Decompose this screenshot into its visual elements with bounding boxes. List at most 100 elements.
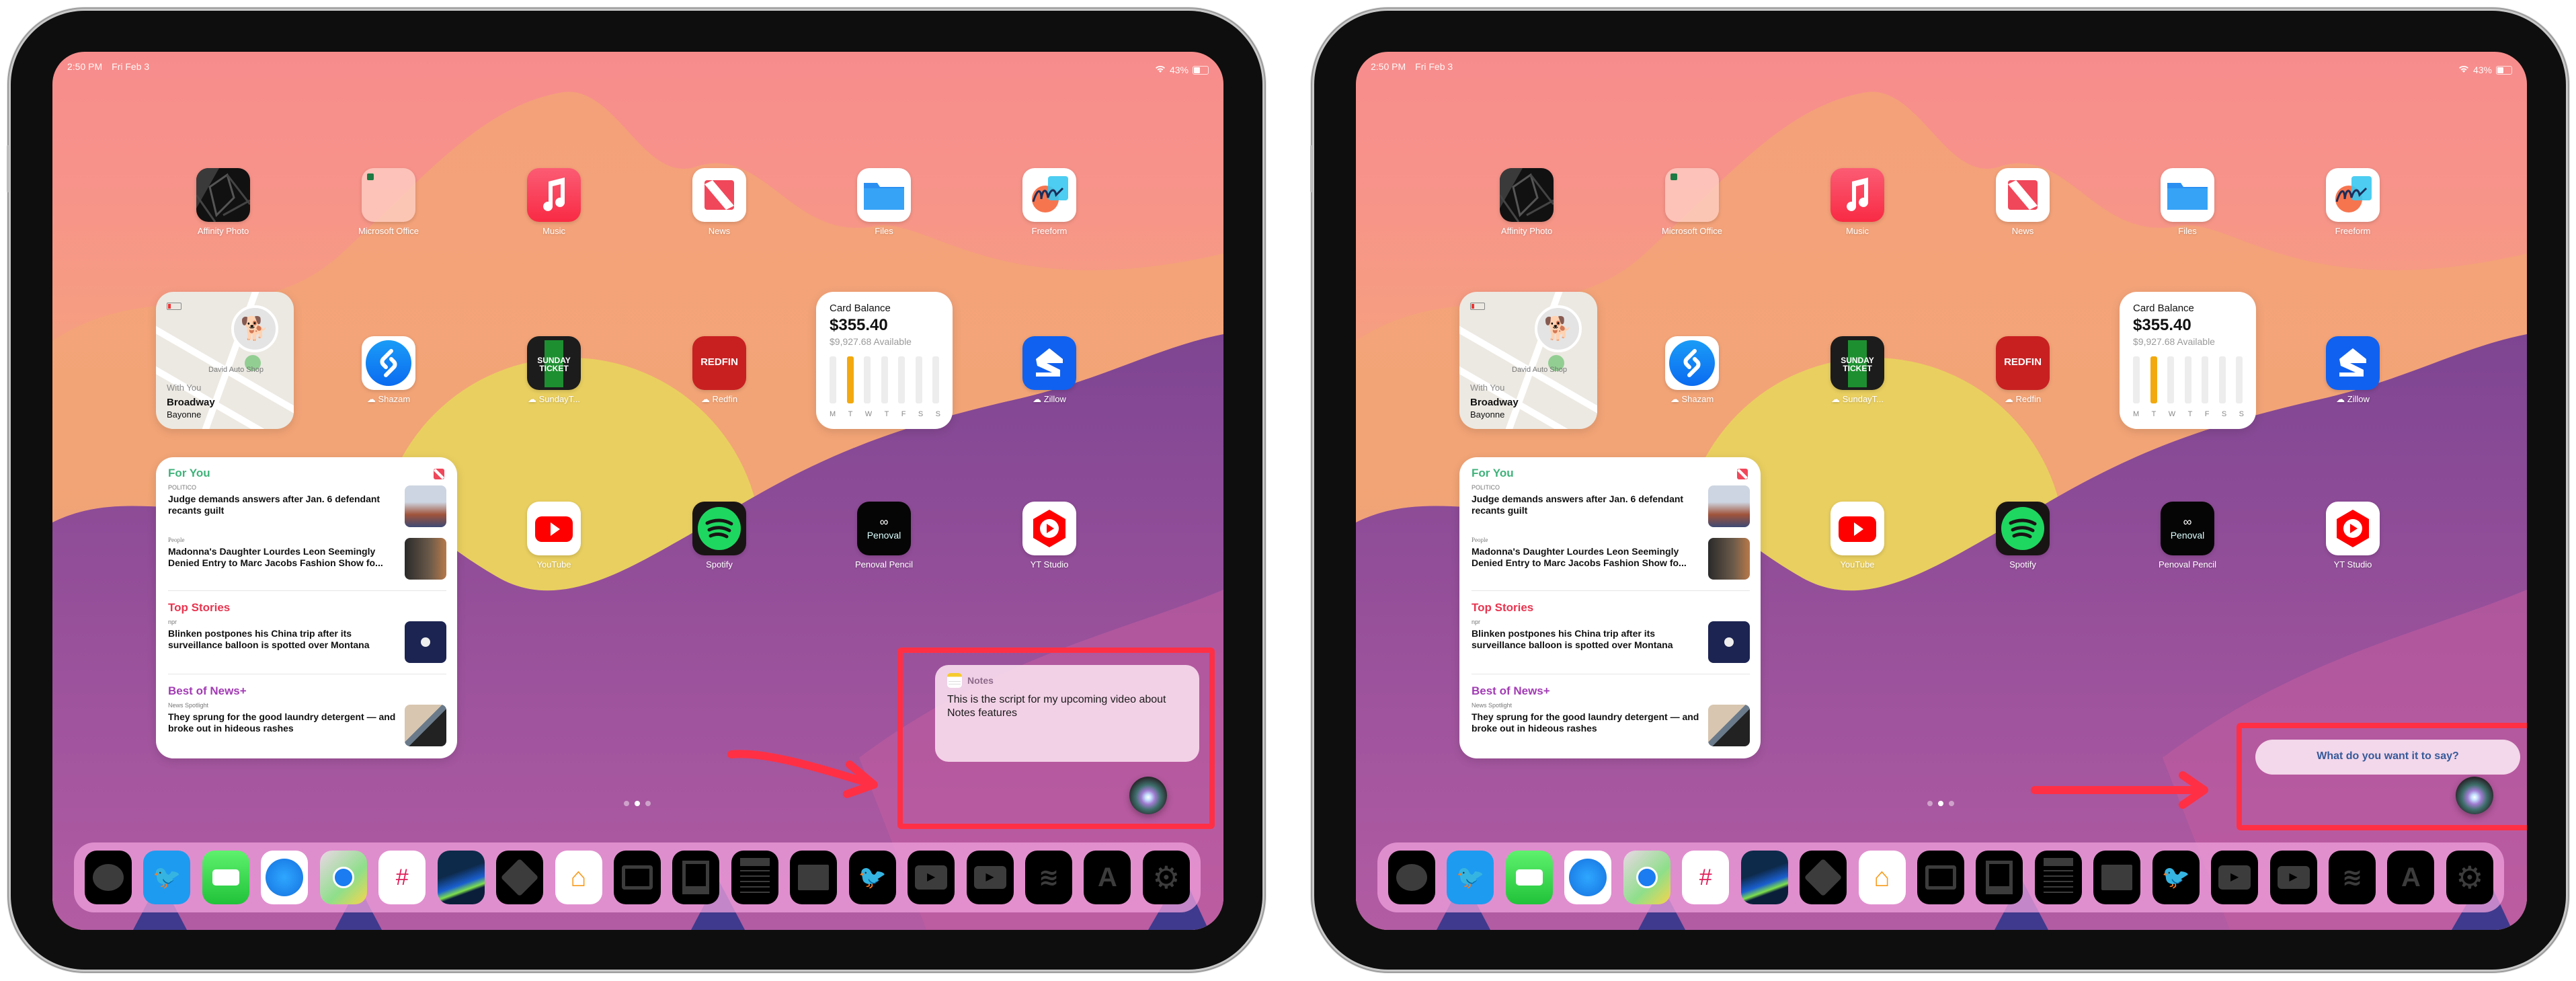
app-music[interactable]: Music	[517, 168, 591, 236]
page-dot-current[interactable]	[1938, 801, 1943, 806]
siri-notes-confirmation[interactable]: Notes This is the script for my upcoming…	[935, 665, 1199, 762]
page-dot[interactable]	[1927, 801, 1933, 806]
dock-home[interactable]: ⌂	[555, 851, 602, 904]
page-dot[interactable]	[645, 801, 651, 806]
dock-facetime[interactable]	[202, 851, 249, 904]
news-source: People	[1472, 537, 1488, 543]
news-headline[interactable]: Blinken postpones his China trip after i…	[168, 628, 397, 651]
dock-safari[interactable]	[1564, 851, 1612, 904]
dock-maps[interactable]	[1623, 851, 1671, 904]
siri-orb-icon[interactable]	[1129, 777, 1167, 814]
dock-slack[interactable]: #	[1682, 851, 1730, 904]
app-penoval[interactable]: ∞ Penoval Penoval Pencil	[847, 502, 921, 570]
dock-camera[interactable]	[1917, 851, 1964, 904]
dock-safari[interactable]	[261, 851, 309, 904]
dock-home[interactable]: ⌂	[1858, 851, 1906, 904]
dock-youtube-dark[interactable]: ▶	[966, 851, 1014, 904]
app-microsoft-office-folder[interactable]: Microsoft Office	[352, 168, 426, 236]
app-music[interactable]: Music	[1820, 168, 1894, 236]
app-label: Microsoft Office	[1661, 226, 1723, 236]
dock-youtube-dark[interactable]: ▶	[2269, 851, 2317, 904]
app-spotify[interactable]: Spotify	[1986, 502, 2060, 570]
app-microsoft-office-folder[interactable]: Microsoft Office	[1655, 168, 1729, 236]
dock-folder[interactable]	[2093, 851, 2141, 904]
findmy-widget[interactable]: 🐕 David Auto Shop With You Broadway Bayo…	[156, 292, 294, 429]
news-headline[interactable]: Judge demands answers after Jan. 6 defen…	[168, 494, 390, 516]
page-dot[interactable]	[624, 801, 629, 806]
card-balance-widget[interactable]: Card Balance $355.40 $9,927.68 Available…	[816, 292, 953, 429]
page-dot-current[interactable]	[635, 801, 640, 806]
news-headline[interactable]: Judge demands answers after Jan. 6 defen…	[1472, 494, 1693, 516]
dock-settings[interactable]: ⚙	[2446, 851, 2493, 904]
dock-spotify-dark[interactable]: ≋	[1025, 851, 1072, 904]
dock-settings[interactable]: ⚙	[1142, 851, 1190, 904]
notes-app-icon	[947, 673, 962, 688]
app-redfin[interactable]: REDFIN ☁ Redfin	[682, 336, 756, 405]
dock-mail[interactable]	[1800, 851, 1847, 904]
app-news[interactable]: News	[1986, 168, 2060, 236]
dock-twitter[interactable]: 🐦	[143, 851, 191, 904]
dock-notes-list[interactable]	[731, 851, 778, 904]
dock-linear-app[interactable]	[1740, 851, 1788, 904]
news-headline[interactable]: Blinken postpones his China trip after i…	[1472, 628, 1700, 651]
dock-messages[interactable]	[1388, 851, 1435, 904]
dock-slack[interactable]: #	[378, 851, 426, 904]
dock-linear-app[interactable]	[437, 851, 485, 904]
app-news[interactable]: News	[682, 168, 756, 236]
app-shazam[interactable]: ☁ Shazam	[1655, 336, 1729, 405]
app-penoval[interactable]: ∞ Penoval Penoval Pencil	[2150, 502, 2224, 570]
page-indicator[interactable]	[1927, 801, 1954, 806]
dock-app-store[interactable]: A	[1084, 851, 1131, 904]
page-indicator[interactable]	[624, 801, 651, 806]
page-dot[interactable]	[1949, 801, 1954, 806]
news-headline[interactable]: They sprung for the good laundry deterge…	[168, 711, 397, 734]
app-label: ☁ Redfin	[700, 394, 738, 404]
news-widget[interactable]: For You POLITICO Judge demands answers a…	[1459, 457, 1761, 758]
dock-twitter-dark[interactable]: 🐦	[2152, 851, 2200, 904]
news-section-title: For You	[168, 467, 210, 479]
dock-folder[interactable]	[790, 851, 838, 904]
news-headline[interactable]: Madonna's Daughter Lourdes Leon Seemingl…	[168, 546, 397, 569]
app-files[interactable]: Files	[847, 168, 921, 236]
dock: 🐦 # ⌂ 🐦 ▶ ▶ ≋ A ⚙	[1377, 842, 2504, 912]
news-headline[interactable]: They sprung for the good laundry deterge…	[1472, 711, 1700, 734]
dock-maps[interactable]	[319, 851, 367, 904]
home-icon: ⌂	[570, 862, 587, 892]
app-spotify[interactable]: Spotify	[682, 502, 756, 570]
dock-photo-frame[interactable]	[672, 851, 720, 904]
app-yt-studio[interactable]: YT Studio	[1012, 502, 1086, 570]
app-youtube[interactable]: YouTube	[517, 502, 591, 570]
app-freeform[interactable]: Freeform	[1012, 168, 1086, 236]
icloud-download-icon: ☁	[2336, 394, 2347, 404]
dock-twitter[interactable]: 🐦	[1447, 851, 1494, 904]
dock-tv[interactable]: ▶	[908, 851, 955, 904]
dock-mail[interactable]	[496, 851, 544, 904]
siri-orb-icon[interactable]	[2456, 777, 2493, 814]
app-redfin[interactable]: REDFIN ☁ Redfin	[1986, 336, 2060, 405]
dock-messages[interactable]	[85, 851, 132, 904]
app-zillow[interactable]: ☁ Zillow	[1012, 336, 1086, 405]
news-widget[interactable]: For You POLITICO Judge demands answers a…	[156, 457, 457, 758]
app-files[interactable]: Files	[2150, 168, 2224, 236]
dock-facetime[interactable]	[1505, 851, 1553, 904]
dock-spotify-dark[interactable]: ≋	[2329, 851, 2376, 904]
dock-tv[interactable]: ▶	[2211, 851, 2259, 904]
app-zillow[interactable]: ☁ Zillow	[2316, 336, 2390, 405]
dock-twitter-dark[interactable]: 🐦	[848, 851, 896, 904]
app-affinity-photo[interactable]: Affinity Photo	[186, 168, 260, 236]
app-yt-studio[interactable]: YT Studio	[2316, 502, 2390, 570]
news-headline[interactable]: Madonna's Daughter Lourdes Leon Seemingl…	[1472, 546, 1700, 569]
app-sunday-ticket[interactable]: SUNDAY TICKET ☁ SundayT...	[1820, 336, 1894, 405]
app-shazam[interactable]: ☁ Shazam	[352, 336, 426, 405]
app-freeform[interactable]: Freeform	[2316, 168, 2390, 236]
dock-camera[interactable]	[613, 851, 661, 904]
app-youtube[interactable]: YouTube	[1820, 502, 1894, 570]
card-balance-widget[interactable]: Card Balance $355.40 $9,927.68 Available…	[2120, 292, 2256, 429]
app-sunday-ticket[interactable]: SUNDAY TICKET ☁ SundayT...	[517, 336, 591, 405]
findmy-widget[interactable]: 🐕 David Auto Shop With You Broadway Bayo…	[1459, 292, 1597, 429]
dock-photo-frame[interactable]	[1976, 851, 2023, 904]
dock-app-store[interactable]: A	[2387, 851, 2435, 904]
app-affinity-photo[interactable]: Affinity Photo	[1490, 168, 1564, 236]
photo-frame-icon	[682, 861, 710, 894]
dock-notes-list[interactable]	[2034, 851, 2082, 904]
